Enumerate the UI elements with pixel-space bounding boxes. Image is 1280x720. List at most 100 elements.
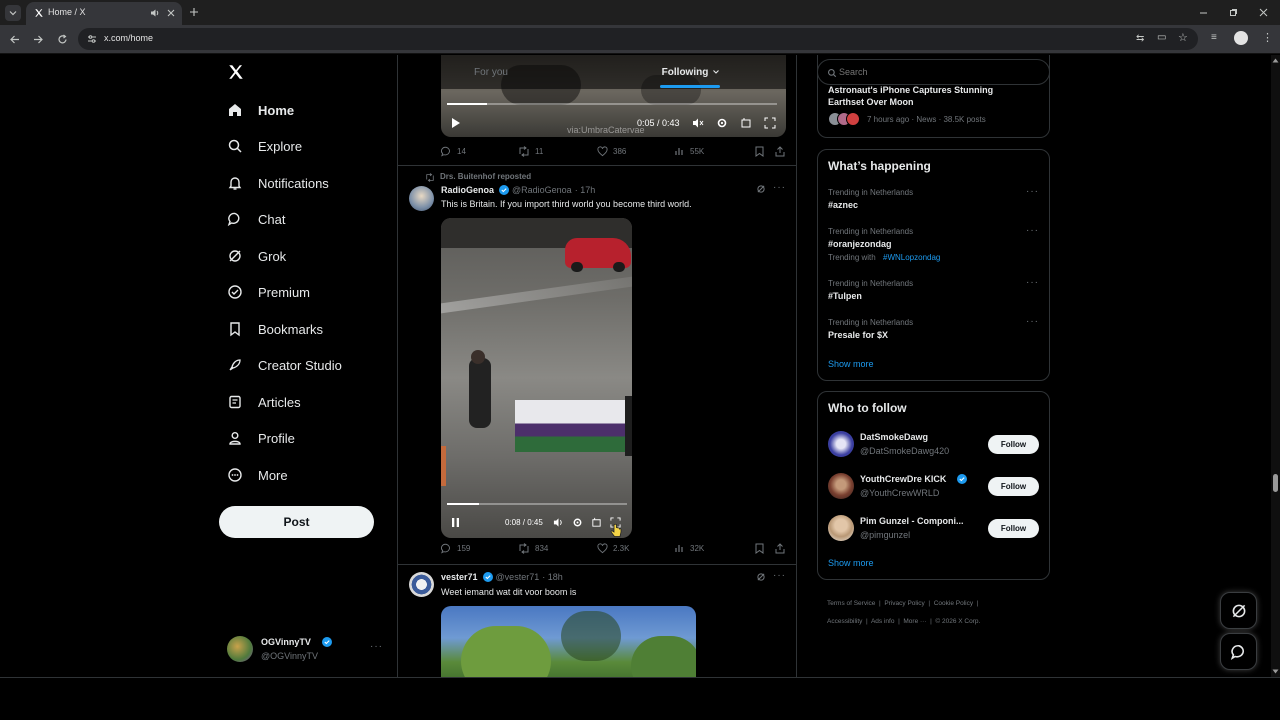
trend-more-icon[interactable]: ···	[1026, 277, 1039, 288]
account-switcher[interactable]: OGVinnyTV @OGVinnyTV ···	[226, 633, 386, 667]
post-vester71[interactable]: vester71 @vester71 · 18h ··· Weet iemand…	[398, 565, 796, 677]
cast-icon[interactable]: ▭	[1157, 32, 1166, 43]
pause-icon[interactable]	[451, 517, 460, 528]
grok-icon[interactable]	[756, 184, 766, 194]
nav-profile[interactable]: Profile	[226, 423, 295, 453]
nav-bookmarks[interactable]: Bookmarks	[226, 314, 323, 344]
close-window-icon[interactable]	[1259, 8, 1268, 17]
account-more-icon[interactable]: ···	[370, 641, 383, 652]
bookmark-star-icon[interactable]: ☆	[1178, 31, 1188, 44]
speaker-icon[interactable]	[150, 8, 160, 18]
follow-suggestion[interactable]: YouthCrewDre KICK @YouthCrewWRLD Follow	[818, 470, 1049, 504]
mute-icon[interactable]	[692, 117, 704, 129]
post-time[interactable]: · 17h	[575, 185, 596, 195]
close-tab-icon[interactable]	[167, 9, 175, 17]
picture-in-picture-icon[interactable]	[740, 117, 752, 129]
forward-icon[interactable]	[33, 34, 44, 45]
author-handle[interactable]: @vester71	[496, 572, 540, 582]
browser-menu-icon[interactable]: ⋮	[1262, 31, 1273, 44]
fullscreen-icon[interactable]	[764, 117, 776, 129]
minimize-icon[interactable]	[1199, 8, 1208, 17]
profile-avatar[interactable]	[1234, 31, 1248, 45]
nav-explore[interactable]: Explore	[226, 131, 302, 161]
nav-more[interactable]: More	[226, 460, 288, 490]
nav-home[interactable]: Home	[226, 95, 294, 125]
footer-terms[interactable]: Terms of Service	[827, 600, 875, 607]
views-action[interactable]: 55K	[675, 146, 704, 156]
trend-with-tag[interactable]: #WNLopzondag	[883, 253, 940, 262]
show-more-link[interactable]: Show more	[828, 359, 874, 369]
nav-grok[interactable]: Grok	[226, 241, 286, 271]
reply-action[interactable]: 159	[441, 543, 470, 554]
footer-more[interactable]: More ···	[903, 618, 926, 625]
video-progress-bar[interactable]	[447, 503, 627, 505]
browser-tab[interactable]: Home / X	[26, 2, 182, 25]
nav-chat[interactable]: Chat	[226, 204, 285, 234]
follow-suggestion[interactable]: DatSmokeDawg @DatSmokeDawg420 Follow	[818, 428, 1049, 462]
bookmark-icon[interactable]	[755, 543, 764, 554]
follow-suggestion[interactable]: Pim Gunzel - Componi... @pimgunzel Follo…	[818, 512, 1049, 546]
picture-in-picture-icon[interactable]	[591, 517, 602, 528]
author-name[interactable]: vester71	[441, 572, 478, 582]
play-icon[interactable]	[451, 117, 461, 129]
video-progress-bar[interactable]	[447, 103, 777, 105]
follow-button[interactable]: Follow	[988, 519, 1039, 538]
follow-button[interactable]: Follow	[988, 477, 1039, 496]
scroll-down-icon[interactable]	[1272, 669, 1279, 674]
share-icon[interactable]	[775, 543, 785, 554]
back-icon[interactable]	[9, 34, 20, 45]
post-button[interactable]: Post	[219, 506, 374, 538]
bookmark-icon[interactable]	[755, 146, 764, 157]
tab-following[interactable]: Following	[636, 55, 746, 89]
trend-item[interactable]: Trending in Netherlands #Tulpen ···	[818, 277, 1049, 313]
nav-creator-studio[interactable]: Creator Studio	[226, 350, 342, 380]
post-image[interactable]	[441, 606, 696, 677]
footer-accessibility[interactable]: Accessibility	[827, 618, 862, 625]
nav-articles[interactable]: Articles	[226, 387, 301, 417]
video-player-2[interactable]: 0:08 / 0:45	[441, 218, 632, 538]
news-card[interactable]: Astronaut's iPhone Captures Stunning Ear…	[817, 55, 1050, 138]
media-control-icon[interactable]: ≡	[1211, 32, 1217, 43]
volume-icon[interactable]	[553, 517, 564, 528]
trend-more-icon[interactable]: ···	[1026, 225, 1039, 236]
scroll-up-icon[interactable]	[1272, 58, 1279, 63]
repost-action[interactable]: 11	[518, 146, 543, 157]
author-handle[interactable]: @RadioGenoa	[512, 185, 572, 195]
translate-icon[interactable]: ⇆	[1136, 33, 1144, 44]
settings-gear-icon[interactable]	[572, 517, 583, 528]
author-name[interactable]: RadioGenoa	[441, 185, 494, 195]
trend-item[interactable]: Trending in Netherlands Presale for $X ·…	[818, 316, 1049, 352]
post-more-icon[interactable]: ···	[773, 182, 786, 193]
restore-icon[interactable]	[1229, 8, 1238, 17]
reply-action[interactable]: 14	[441, 146, 466, 157]
follow-button[interactable]: Follow	[988, 435, 1039, 454]
x-logo-icon[interactable]	[227, 63, 245, 81]
trend-more-icon[interactable]: ···	[1026, 316, 1039, 327]
footer-privacy[interactable]: Privacy Policy	[884, 600, 924, 607]
site-info-icon[interactable]	[87, 34, 97, 44]
footer-ads-info[interactable]: Ads info	[871, 618, 895, 625]
new-tab-icon[interactable]	[189, 7, 199, 17]
trend-item[interactable]: Trending in Netherlands #oranjezondag Tr…	[818, 225, 1049, 273]
avatar[interactable]	[409, 572, 434, 597]
repost-action[interactable]: 834	[518, 543, 548, 554]
share-icon[interactable]	[775, 146, 785, 157]
show-more-link[interactable]: Show more	[828, 558, 874, 568]
nav-notifications[interactable]: Notifications	[226, 168, 329, 198]
post-more-icon[interactable]: ···	[773, 570, 786, 581]
settings-gear-icon[interactable]	[716, 117, 728, 129]
footer-cookie[interactable]: Cookie Policy	[934, 600, 973, 607]
url-field[interactable]: x.com/home	[78, 28, 1198, 50]
avatar[interactable]	[409, 186, 434, 211]
post-time[interactable]: · 18h	[542, 572, 563, 582]
views-action[interactable]: 32K	[675, 543, 704, 553]
trend-more-icon[interactable]: ···	[1026, 186, 1039, 197]
like-action[interactable]: 2.3K	[597, 543, 629, 554]
grok-icon[interactable]	[756, 572, 766, 582]
nav-premium[interactable]: Premium	[226, 277, 310, 307]
chat-float-button[interactable]	[1220, 633, 1257, 670]
grok-float-button[interactable]	[1220, 592, 1257, 629]
like-action[interactable]: 386	[597, 146, 626, 157]
scrollbar-thumb[interactable]	[1273, 474, 1278, 492]
trend-item[interactable]: Trending in Netherlands #aznec ···	[818, 186, 1049, 222]
